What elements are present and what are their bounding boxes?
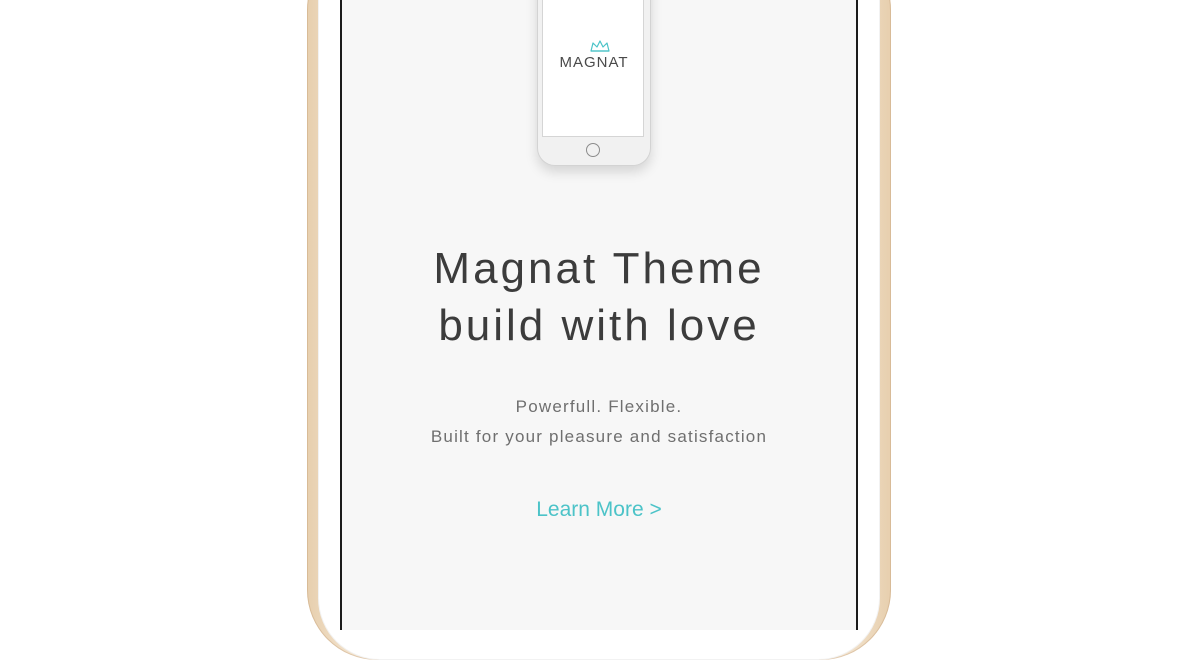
- hero-subtitle: Powerfull. Flexible. Built for your plea…: [340, 392, 858, 452]
- hero-title-line-2: build with love: [438, 301, 760, 350]
- mini-logo-text: MAGNAT: [559, 54, 629, 71]
- mini-home-button: [586, 143, 600, 157]
- mini-phone-mockup: MAGNAT: [537, 0, 651, 166]
- learn-more-link[interactable]: Learn More >: [340, 498, 858, 522]
- hero-title-line-1: Magnat Theme: [433, 244, 765, 293]
- crown-icon: [590, 40, 610, 52]
- mini-phone-screen: MAGNAT: [542, 0, 644, 137]
- hero-subtitle-line-1: Powerfull. Flexible.: [515, 397, 683, 416]
- hero-title: Magnat Theme build with love: [340, 240, 858, 354]
- hero-subtitle-line-2: Built for your pleasure and satisfaction: [430, 427, 768, 446]
